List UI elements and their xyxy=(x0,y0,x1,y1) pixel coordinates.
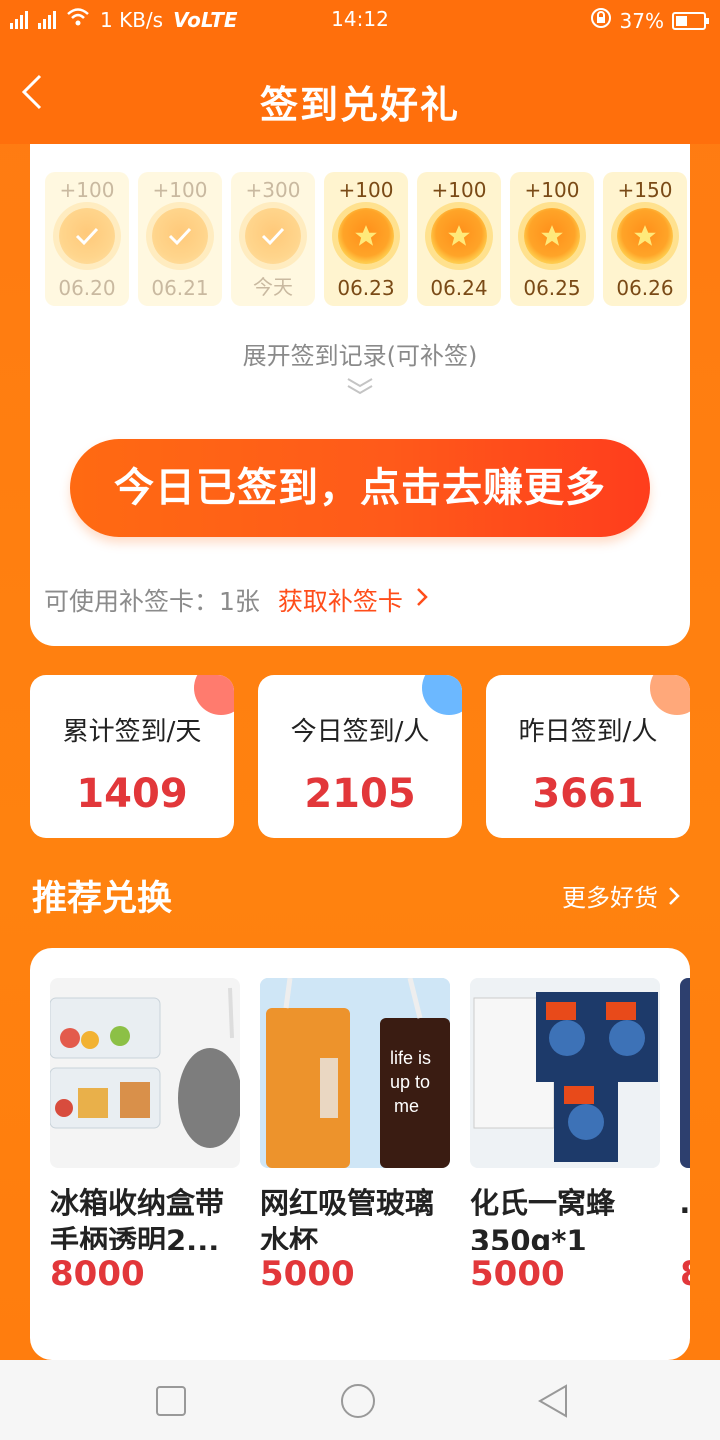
product-image-fishing-bait xyxy=(470,978,660,1168)
checkin-day[interactable]: +100 06.23 xyxy=(324,172,408,306)
day-date: 06.25 xyxy=(523,276,581,300)
checkin-card: +100 06.20 +100 06.21 +300 今天 +100 06.23… xyxy=(30,144,690,646)
star-coin-icon xyxy=(524,208,580,264)
product-card[interactable]: 化氏一窝蜂 350g*1 +化... 5000 xyxy=(470,978,660,1294)
checkin-day[interactable]: +150 06.26 xyxy=(603,172,687,306)
day-points: +100 xyxy=(431,178,487,202)
earn-more-button[interactable]: 今日已签到，点击去赚更多 xyxy=(70,439,650,537)
recent-apps-button[interactable] xyxy=(154,1384,188,1418)
check-icon xyxy=(59,208,115,264)
checkin-day[interactable]: +100 06.24 xyxy=(417,172,501,306)
star-coin-icon xyxy=(617,208,673,264)
stat-value: 3661 xyxy=(532,771,644,817)
product-list: 冰箱收纳盒带手柄透明2... 8000 life is up to me 网红吸… xyxy=(30,948,690,1360)
star-coin-icon xyxy=(431,208,487,264)
expand-records-link[interactable]: 展开签到记录(可补签) xyxy=(30,336,690,371)
more-goods-link[interactable]: 更多好货 xyxy=(562,878,680,913)
day-date: 06.24 xyxy=(430,276,488,300)
makeup-card-row: 可使用补签卡：1张 获取补签卡 xyxy=(44,582,429,618)
stat-value: 1409 xyxy=(76,771,188,817)
day-points: +100 xyxy=(59,178,115,202)
svg-text:life is: life is xyxy=(390,1048,431,1068)
check-icon xyxy=(152,208,208,264)
product-price: 5000 xyxy=(470,1254,565,1294)
checkin-day-today[interactable]: +300 今天 xyxy=(231,172,315,306)
circle-icon xyxy=(341,1384,375,1418)
product-image-glass-cup: life is up to me xyxy=(260,978,450,1168)
product-image-storage-box xyxy=(50,978,240,1168)
square-icon xyxy=(156,1386,186,1416)
triangle-back-icon xyxy=(537,1384,567,1418)
home-button[interactable] xyxy=(340,1384,375,1418)
checkin-day[interactable]: +100 06.21 xyxy=(138,172,222,306)
checkin-days: +100 06.20 +100 06.21 +300 今天 +100 06.23… xyxy=(45,172,687,306)
stat-label: 昨日签到/人 xyxy=(518,717,658,747)
makeup-card-count: 可使用补签卡：1张 xyxy=(44,587,260,616)
checkin-day[interactable]: +100 06.25 xyxy=(510,172,594,306)
checkin-day[interactable]: +100 06.20 xyxy=(45,172,129,306)
svg-text:up to: up to xyxy=(390,1072,430,1092)
rotation-lock-icon xyxy=(590,7,612,34)
day-points: +150 xyxy=(617,178,673,202)
day-date: 06.23 xyxy=(337,276,395,300)
day-points: +100 xyxy=(524,178,580,202)
stat-yesterday-users: 昨日签到/人 3661 xyxy=(486,675,690,838)
product-name: 网红吸管玻璃水杯 xyxy=(260,1186,435,1250)
product-name: … xyxy=(680,1184,690,1250)
day-date: 06.20 xyxy=(58,276,116,300)
product-card[interactable]: 冰箱收纳盒带手柄透明2... 8000 xyxy=(50,978,240,1294)
more-goods-label: 更多好货 xyxy=(562,884,658,912)
product-name: 化氏一窝蜂 350g*1 +化... xyxy=(470,1186,616,1250)
stat-label: 累计签到/天 xyxy=(62,717,202,747)
status-bar: 1 KB/s VoLTE 14:12 37% xyxy=(0,0,720,38)
stat-accent-dot xyxy=(422,675,462,715)
day-points: +100 xyxy=(152,178,208,202)
check-icon xyxy=(245,208,301,264)
day-date: 06.26 xyxy=(616,276,674,300)
system-nav-bar xyxy=(0,1360,720,1440)
back-nav-button[interactable] xyxy=(536,1384,570,1418)
day-date: 06.21 xyxy=(151,276,209,300)
stat-accent-dot xyxy=(194,675,234,715)
recommend-title: 推荐兑换 xyxy=(32,879,173,919)
product-card[interactable]: life is up to me 网红吸管玻璃水杯 5000 xyxy=(260,978,450,1294)
get-makeup-card-link[interactable]: 获取补签卡 xyxy=(278,582,403,618)
star-coin-icon xyxy=(338,208,394,264)
day-points: +300 xyxy=(245,178,301,202)
double-chevron-down-icon[interactable] xyxy=(346,376,374,396)
status-right: 37% xyxy=(590,7,709,34)
stat-label: 今日签到/人 xyxy=(290,717,430,747)
stat-value: 2105 xyxy=(304,771,416,817)
stat-accent-dot xyxy=(650,675,690,715)
title-bar: 签到兑好礼 xyxy=(0,38,720,144)
svg-text:me: me xyxy=(394,1096,419,1116)
product-image-partial xyxy=(680,978,690,1168)
product-price: 8000 xyxy=(50,1254,145,1294)
product-price: 5000 xyxy=(260,1254,355,1294)
battery-icon xyxy=(672,11,709,30)
product-price: 8 xyxy=(680,1254,690,1294)
chevron-right-icon xyxy=(669,886,680,905)
stat-total-days: 累计签到/天 1409 xyxy=(30,675,234,838)
product-card-partial[interactable]: … 8 xyxy=(680,978,690,1294)
chevron-right-icon[interactable] xyxy=(415,585,429,615)
page-title: 签到兑好礼 xyxy=(259,83,460,127)
stat-today-users: 今日签到/人 2105 xyxy=(258,675,462,838)
day-date: 今天 xyxy=(253,275,293,299)
day-points: +100 xyxy=(338,178,394,202)
product-name: 冰箱收纳盒带手柄透明2... xyxy=(50,1186,225,1250)
battery-percent: 37% xyxy=(619,8,664,33)
